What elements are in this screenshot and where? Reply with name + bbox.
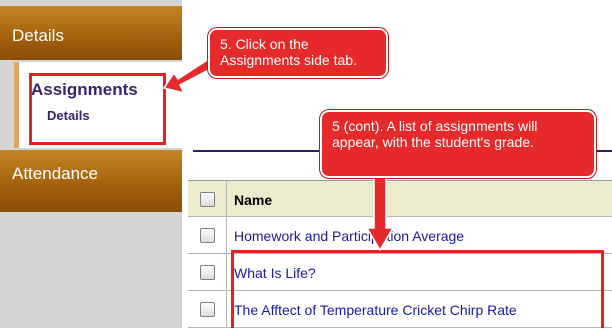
tab-details[interactable]: Details <box>0 6 182 60</box>
row-checkbox[interactable] <box>200 265 215 280</box>
instruction-callout-1-text: 5. Click on the Assignments side tab. <box>220 36 357 68</box>
instruction-callout-1: 5. Click on the Assignments side tab. <box>208 28 388 78</box>
tab-attendance[interactable]: Attendance <box>0 150 182 212</box>
highlight-assignments-list <box>231 250 604 328</box>
instruction-callout-2: 5 (cont). A list of assignments will app… <box>320 110 596 178</box>
column-separator <box>226 217 227 253</box>
tab-attendance-label: Attendance <box>12 164 99 183</box>
column-separator <box>226 254 227 290</box>
callout-2-arrow <box>366 171 394 252</box>
table-header-row: Name <box>188 180 612 217</box>
tab-details-label: Details <box>12 26 64 45</box>
highlight-assignments-tab <box>29 73 166 145</box>
row-checkbox[interactable] <box>200 228 215 243</box>
row-checkbox[interactable] <box>200 302 215 317</box>
assignment-link[interactable]: Homework and Participation Average <box>234 228 464 244</box>
table-row: Homework and Participation Average <box>188 217 612 254</box>
select-all-checkbox[interactable] <box>200 192 215 207</box>
instruction-callout-2-text: 5 (cont). A list of assignments will app… <box>332 118 538 150</box>
column-separator <box>226 181 227 216</box>
column-separator <box>226 291 227 327</box>
column-header-name[interactable]: Name <box>234 192 272 208</box>
sidebar: Details Assignments Details Attendance <box>0 0 182 328</box>
